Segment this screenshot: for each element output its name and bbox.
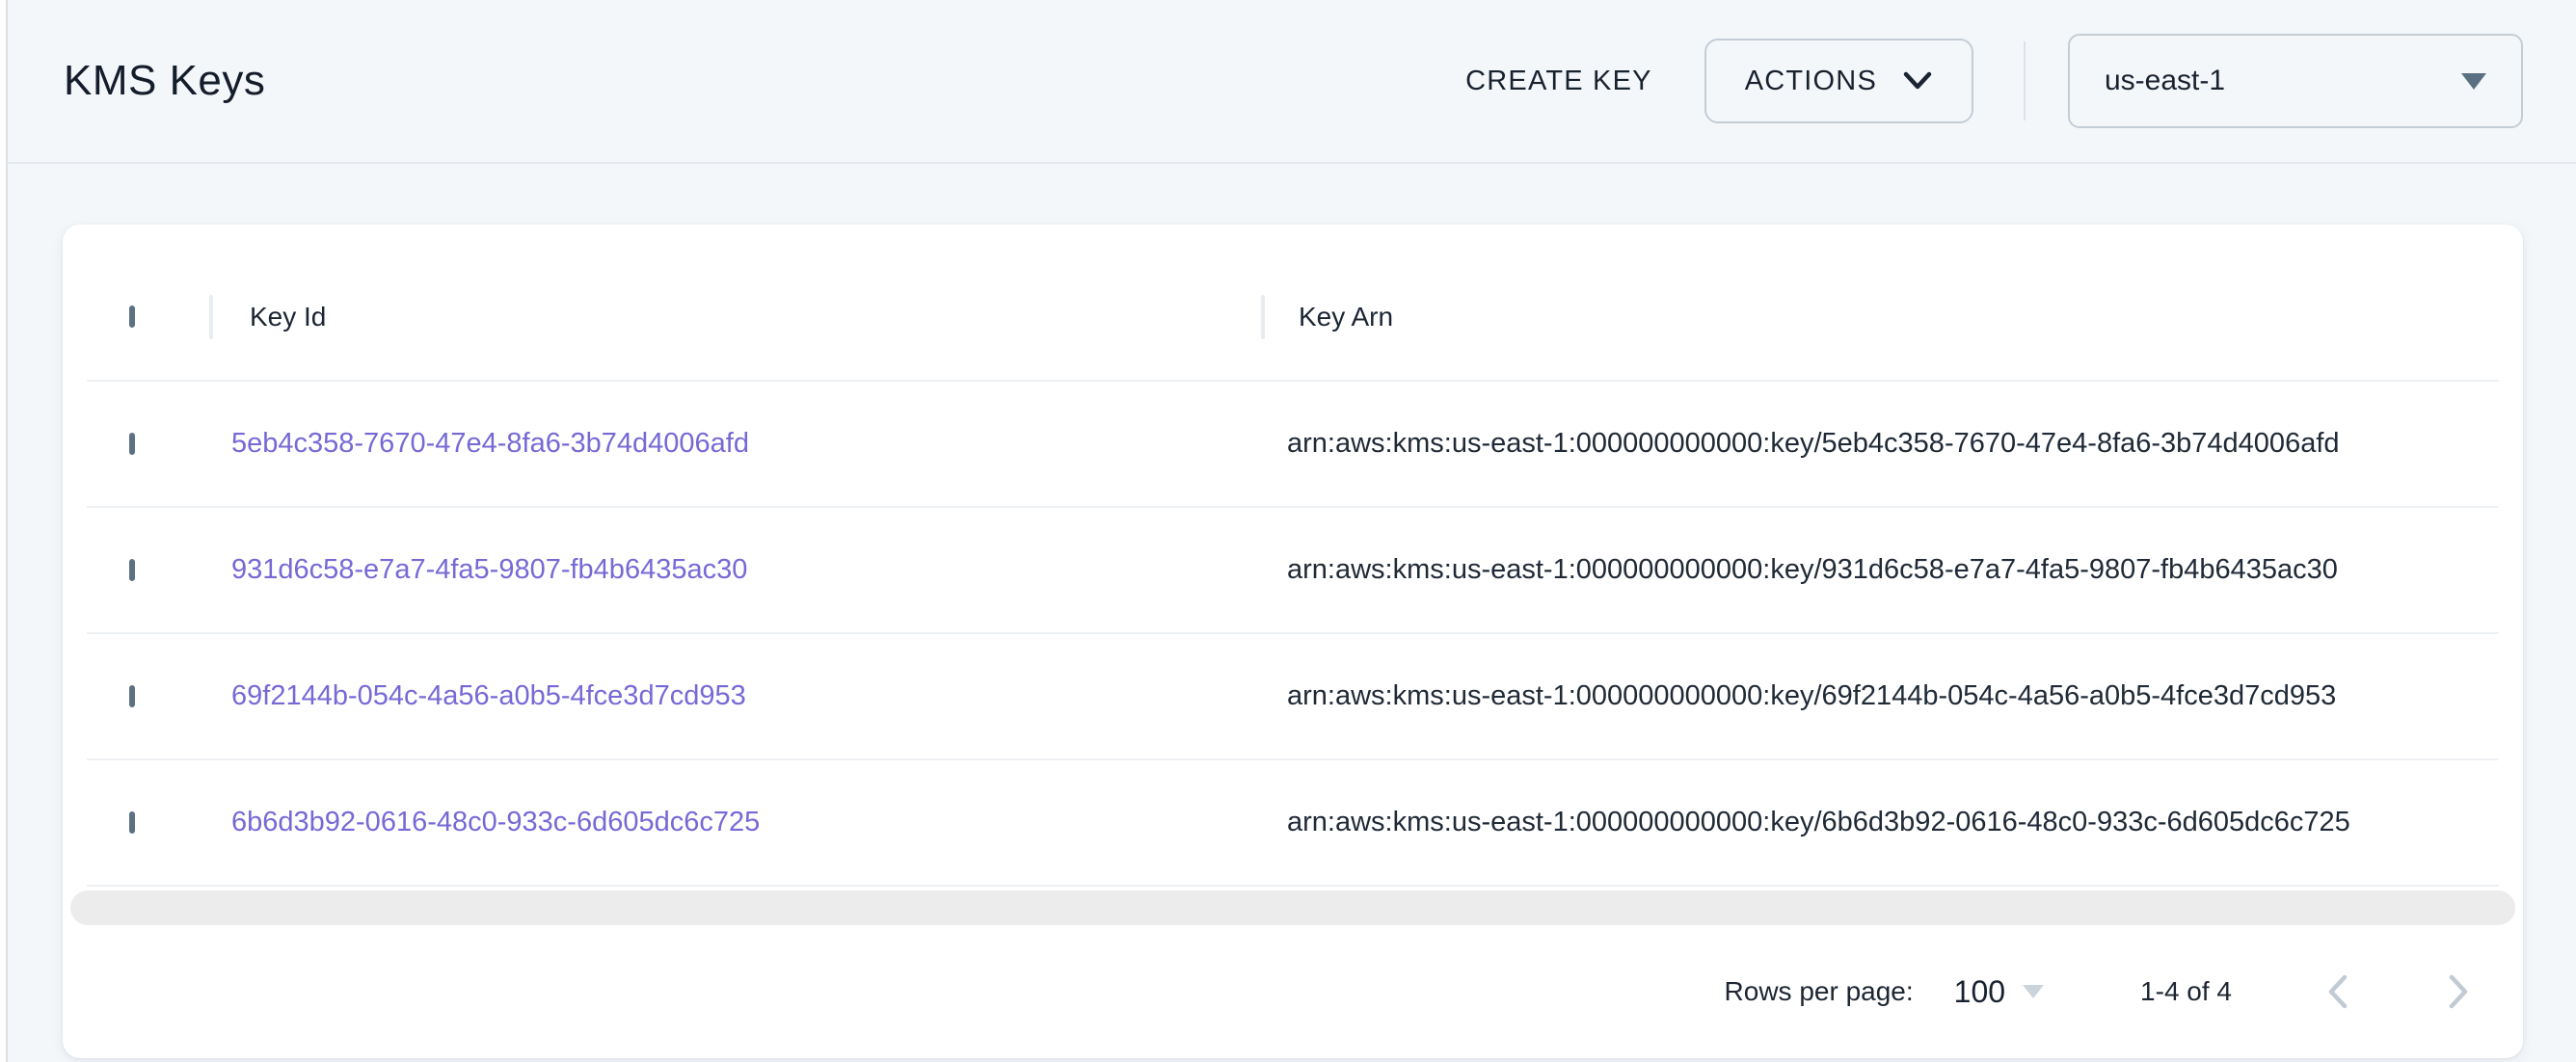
- left-panel-edge: [0, 0, 8, 1062]
- row-checkbox[interactable]: [129, 811, 135, 834]
- key-id-link[interactable]: 69f2144b-054c-4a56-a0b5-4fce3d7cd953: [231, 680, 1287, 712]
- create-key-button[interactable]: CREATE KEY: [1456, 48, 1662, 115]
- key-arn-text: arn:aws:kms:us-east-1:000000000000:key/6…: [1287, 807, 2499, 838]
- row-checkbox[interactable]: [129, 559, 135, 581]
- table-row: 69f2144b-054c-4a56-a0b5-4fce3d7cd953 arn…: [87, 634, 2499, 760]
- row-checkbox-cell: [87, 814, 231, 832]
- rows-per-page-select[interactable]: 100: [1954, 974, 2044, 1010]
- column-resize-handle[interactable]: [1261, 295, 1265, 339]
- table-row: 5eb4c358-7670-47e4-8fa6-3b74d4006afd arn…: [87, 382, 2499, 508]
- kms-keys-card: Key Id Key Arn 5eb4c358-7670-47e4-8fa6-3…: [63, 225, 2523, 1058]
- chevron-down-icon: [1902, 70, 1933, 92]
- actions-button[interactable]: ACTIONS: [1704, 39, 1973, 123]
- previous-page-button[interactable]: [2323, 969, 2352, 1014]
- row-checkbox[interactable]: [129, 685, 135, 707]
- key-arn-text: arn:aws:kms:us-east-1:000000000000:key/5…: [1287, 428, 2499, 460]
- column-resize-handle[interactable]: [209, 295, 213, 339]
- table-row: 6b6d3b92-0616-48c0-933c-6d605dc6c725 arn…: [87, 760, 2499, 887]
- region-select-value: us-east-1: [2105, 65, 2225, 97]
- key-id-link[interactable]: 5eb4c358-7670-47e4-8fa6-3b74d4006afd: [231, 428, 1287, 460]
- pagination-bar: Rows per page: 100 1-4 of 4: [63, 925, 2523, 1058]
- row-checkbox-cell: [87, 562, 231, 579]
- dropdown-arrow-icon: [2023, 985, 2044, 998]
- chevron-left-icon: [2323, 969, 2352, 1014]
- rows-per-page-value: 100: [1954, 974, 2005, 1010]
- next-page-button[interactable]: [2444, 969, 2473, 1014]
- page-header: KMS Keys CREATE KEY ACTIONS us-east-1: [8, 0, 2576, 164]
- page-title: KMS Keys: [64, 57, 265, 105]
- key-arn-text: arn:aws:kms:us-east-1:000000000000:key/9…: [1287, 554, 2499, 586]
- header-actions: CREATE KEY ACTIONS us-east-1: [1456, 34, 2576, 128]
- row-checkbox-cell: [87, 436, 231, 453]
- table-body: 5eb4c358-7670-47e4-8fa6-3b74d4006afd arn…: [63, 382, 2523, 887]
- chevron-right-icon: [2444, 969, 2473, 1014]
- key-arn-text: arn:aws:kms:us-east-1:000000000000:key/6…: [1287, 680, 2499, 712]
- region-select[interactable]: us-east-1: [2068, 34, 2523, 128]
- key-id-link[interactable]: 6b6d3b92-0616-48c0-933c-6d605dc6c725: [231, 807, 1287, 838]
- select-all-checkbox[interactable]: [129, 305, 135, 328]
- dropdown-arrow-icon: [2461, 73, 2486, 90]
- row-checkbox-cell: [87, 688, 231, 705]
- column-header-key-id[interactable]: Key Id: [231, 302, 1287, 332]
- row-checkbox[interactable]: [129, 433, 135, 455]
- column-header-key-arn[interactable]: Key Arn: [1287, 302, 2499, 332]
- actions-button-label: ACTIONS: [1745, 66, 1877, 97]
- header-vertical-divider: [2024, 41, 2026, 120]
- page-range-label: 1-4 of 4: [2140, 976, 2232, 1007]
- horizontal-scrollbar[interactable]: [70, 890, 2515, 925]
- table-row: 931d6c58-e7a7-4fa5-9807-fb4b6435ac30 arn…: [87, 508, 2499, 634]
- rows-per-page-label: Rows per page:: [1725, 976, 1914, 1007]
- table-header-row: Key Id Key Arn: [87, 225, 2499, 382]
- key-id-link[interactable]: 931d6c58-e7a7-4fa5-9807-fb4b6435ac30: [231, 554, 1287, 586]
